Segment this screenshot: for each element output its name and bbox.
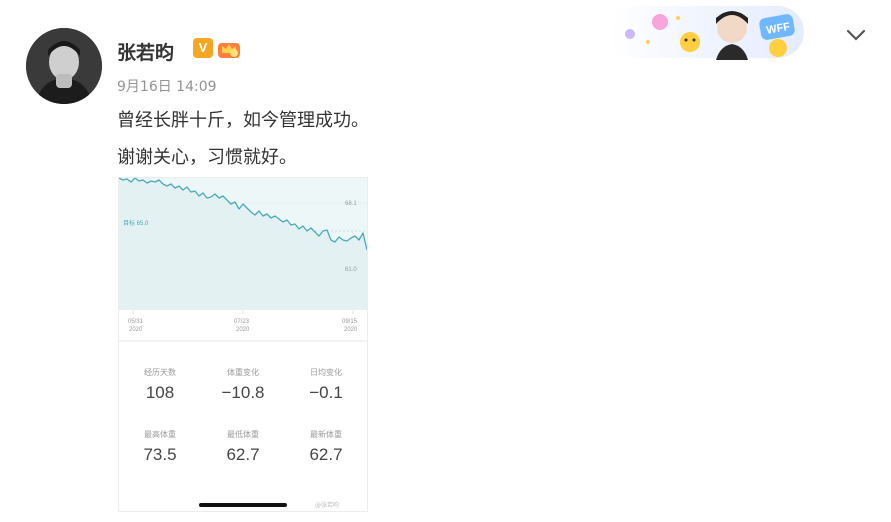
weight-chart: 68.1 61.0 目标 65.0 05/31 2020 07/23 2020 … [119,178,367,333]
post-text-line-1: 曾经长胖十斤，如今管理成功。 [117,110,369,131]
x-tick-label: 09/15 [342,319,358,325]
y-tick-label: 68.1 [345,201,357,207]
stat-days: 经历天数 108 [119,367,201,403]
stat-label: 最低体重 [227,430,259,439]
verified-v-icon: V [193,38,213,58]
stat-daily-change: 日均变化 −0.1 [285,367,367,403]
decoration-banner: WFF [610,6,804,60]
x-tick-label: 07/23 [234,319,250,325]
stat-label: 日均变化 [310,368,342,377]
stat-label: 最高体重 [144,430,176,439]
stat-value: 62.7 [309,445,343,464]
home-indicator [199,503,287,507]
avatar-image [26,28,102,104]
stat-latest-weight: 最新体重 62.7 [285,429,367,465]
stat-weight-change: 体重变化 −10.8 [202,367,284,403]
avatar[interactable] [26,28,102,104]
stat-value: 108 [145,383,175,402]
stat-max-weight: 最高体重 73.5 [119,429,201,465]
crown-badge-icon [218,43,240,58]
post-timestamp[interactable]: 9月16日 14:09 [117,76,217,96]
x-tick-year: 2020 [344,327,358,333]
stat-value: 73.5 [143,445,177,464]
target-label: 目标 65.0 [123,219,149,227]
stat-label: 最新体重 [310,430,342,439]
username[interactable]: 张若昀 [117,38,174,65]
stat-label: 经历天数 [144,368,176,377]
chevron-down-icon[interactable] [845,28,867,42]
stat-value: −10.8 [221,383,265,402]
y-tick-label: 61.0 [345,267,357,273]
stat-label: 体重变化 [227,368,259,377]
divider [119,340,367,342]
post-image[interactable]: 68.1 61.0 目标 65.0 05/31 2020 07/23 2020 … [118,177,368,512]
watermark: @张若昀 [315,502,340,509]
stat-value: 62.7 [226,445,260,464]
stat-min-weight: 最低体重 62.7 [202,429,284,465]
x-tick-year: 2020 [236,327,250,333]
stat-value: −0.1 [309,383,343,402]
x-tick-label: 05/31 [128,319,144,325]
x-tick-year: 2020 [129,327,143,333]
post-text-line-2: 谢谢关心，习惯就好。 [117,147,297,168]
